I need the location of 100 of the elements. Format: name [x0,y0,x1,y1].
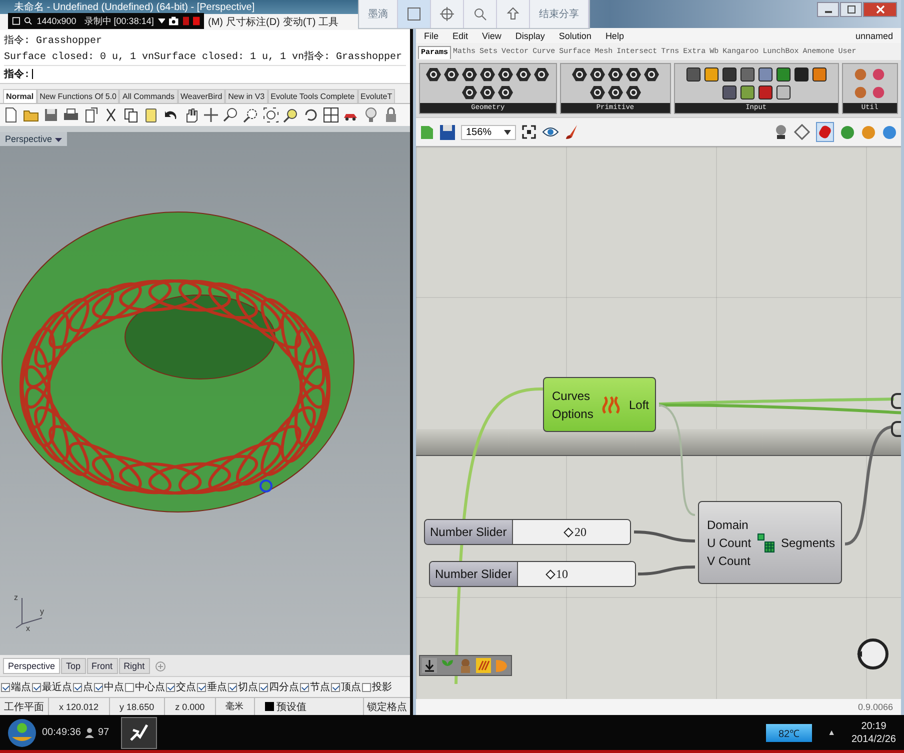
input-port[interactable]: Options [552,406,594,420]
hexagon-icon[interactable] [498,67,514,82]
preview-button[interactable] [816,122,834,142]
hexagon-icon[interactable] [480,85,496,100]
segments-node[interactable]: Domain U Count V Count Segments [698,501,842,584]
slider-thumb[interactable] [564,528,574,538]
toolbar-tab[interactable]: New in V3 [225,89,268,103]
hexagon-icon[interactable] [590,85,605,100]
move-icon[interactable] [203,107,219,123]
loft-node[interactable]: Curves Options Loft [543,377,656,432]
light-icon[interactable] [363,107,379,123]
checkbox[interactable] [331,682,340,692]
checkbox[interactable] [166,682,175,692]
output-port[interactable]: Segments [780,536,835,550]
view-tab[interactable]: Top [61,658,86,674]
hexagon-icon[interactable] [626,85,641,100]
component-icon[interactable] [776,85,791,100]
checkbox[interactable] [1,682,10,692]
clock[interactable]: 20:19 2014/2/26 [852,720,896,744]
hexagon-icon[interactable] [462,85,478,100]
hexagon-icon[interactable] [644,67,659,82]
menu-item[interactable]: 工具 [318,15,339,29]
printer-icon[interactable] [63,107,79,123]
component-icon[interactable] [776,67,791,82]
hexagon-icon[interactable] [498,85,514,100]
hexagon-icon[interactable] [534,67,550,82]
component-icon[interactable] [794,67,809,82]
maximize-button[interactable] [840,2,862,17]
menu-item[interactable]: 尺寸标注(D) [226,15,280,29]
status-field[interactable]: 锁定格点 [364,698,410,715]
toolbar-tab[interactable]: EvoluteT [358,89,396,103]
zoom-dropdown[interactable]: 156% [461,124,516,140]
input-port[interactable] [891,393,901,409]
taskbar-app-button[interactable] [121,716,158,748]
new-document-icon[interactable] [3,107,19,123]
zoom-extents-icon[interactable] [263,107,279,123]
input-port[interactable]: Curves [552,388,594,402]
menu-item[interactable]: (M) [208,16,223,28]
component-icon[interactable] [722,85,737,100]
node-canvas[interactable]: Curves Options Loft Number Slider 20 Number Slider 10 Domain U Count V Count Segments [416,147,901,699]
zoom-window-icon[interactable] [243,107,259,123]
menu-item[interactable]: View [482,30,502,40]
hexagon-icon[interactable] [480,67,496,82]
component-icon[interactable] [722,67,737,82]
save-icon[interactable] [440,124,455,140]
hexagon-icon[interactable] [516,67,532,82]
hexagon-icon[interactable] [444,67,460,82]
save-icon[interactable] [43,107,59,123]
wireframe-icon[interactable] [794,124,810,140]
hexagon-icon[interactable] [626,67,641,82]
component-icon[interactable] [758,85,773,100]
close-icon[interactable] [876,5,884,14]
command-field[interactable]: 指令: [4,65,406,81]
square-icon[interactable] [407,7,421,21]
checkbox[interactable] [32,682,41,692]
hexagon-icon[interactable] [572,67,587,82]
lock-icon[interactable] [383,107,399,123]
number-slider[interactable]: Number Slider 10 [429,561,636,587]
view-tab[interactable]: Front [86,658,118,674]
zoom-icon[interactable] [223,107,239,123]
menu-item[interactable]: File [424,30,439,40]
toolbar-tab[interactable]: WeaverBird [178,89,226,103]
layer-name[interactable]: 预设值 [276,700,307,714]
rotate-icon[interactable] [303,107,319,123]
eye-icon[interactable] [542,126,559,138]
component-icon[interactable] [740,67,755,82]
hexagon-icon[interactable] [608,85,623,100]
start-orb-icon[interactable] [6,716,38,748]
checkbox[interactable] [362,682,371,692]
menu-item[interactable]: 变动(T) [282,15,316,29]
view-tab[interactable]: Perspective [3,658,60,674]
grid-icon[interactable] [323,107,339,123]
crosshair-icon[interactable] [440,7,454,21]
hexagon-icon[interactable] [608,67,623,82]
checkbox[interactable] [259,682,268,692]
end-share-button[interactable]: 结束分享 [530,0,589,28]
toolbar-tab[interactable]: Evolute Tools Complete [268,89,358,103]
zoom-icon[interactable] [473,7,487,21]
folder-icon[interactable] [420,124,434,140]
component-icon[interactable] [758,67,773,82]
toolbar-tab[interactable]: New Functions Of 5.0 [36,89,120,103]
toolbar-tab[interactable]: All Commands [119,89,178,103]
component-icon[interactable] [812,67,827,82]
caret-icon[interactable] [158,17,166,25]
input-port[interactable]: Domain [707,518,752,532]
checkbox[interactable] [197,682,206,692]
number-slider[interactable]: Number Slider 20 [424,519,631,545]
checkbox[interactable] [300,682,309,692]
checkbox[interactable] [228,682,237,692]
clipboard-icon[interactable] [143,107,159,123]
globe-icon[interactable] [882,124,897,140]
caret-icon[interactable] [504,130,511,134]
download-icon[interactable] [422,658,437,673]
tray-arrow[interactable]: ▲ [828,728,836,737]
copy-icon[interactable] [123,107,139,123]
component-icon[interactable] [740,85,755,100]
hexagon-icon[interactable] [590,67,605,82]
hexagon-icon[interactable] [426,67,442,82]
input-port[interactable]: V Count [707,554,752,568]
waves-icon[interactable] [476,658,491,673]
